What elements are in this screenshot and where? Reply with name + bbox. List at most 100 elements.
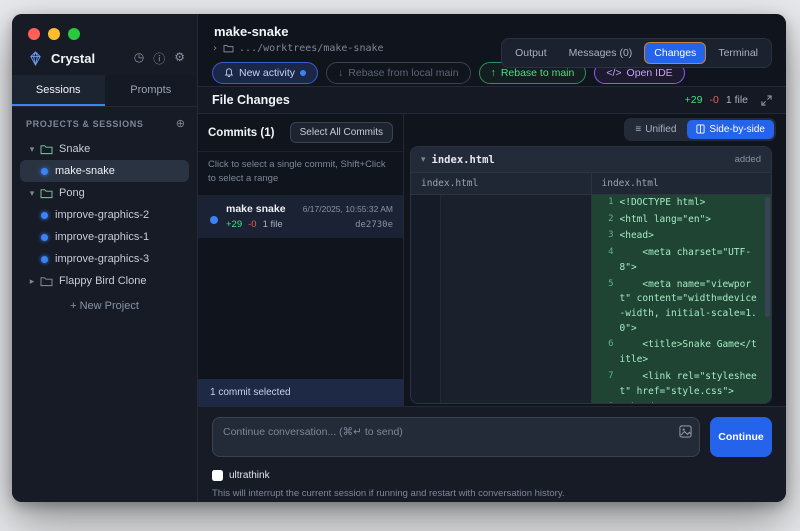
commit-dot	[210, 216, 218, 224]
chevron-down-icon[interactable]: ▾	[26, 144, 38, 155]
diff-status-badge: added	[735, 154, 761, 165]
sidebar-item-improve-graphics-3[interactable]: improve-graphics-3	[20, 248, 189, 270]
status-circle-icon[interactable]: ◷	[134, 50, 144, 67]
line-code: <meta name="viewport" content="width=dev…	[618, 277, 772, 338]
sidebar: Crystal ◷ ⓘ ⚙ Sessions Prompts PROJECTS …	[12, 14, 198, 502]
unified-view-button[interactable]: ≡ Unified	[626, 120, 685, 139]
line-code: <!DOCTYPE html>	[618, 195, 772, 212]
traffic-lights	[12, 14, 197, 40]
close-button[interactable]	[28, 28, 40, 40]
settings-gear-icon[interactable]: ⚙	[174, 50, 185, 67]
commit-row[interactable]: make snake 6/17/2025, 10:55:32 AM +29 -0…	[198, 196, 403, 238]
tab-messages[interactable]: Messages (0)	[559, 42, 643, 64]
sidebar-item-improve-graphics-2[interactable]: improve-graphics-2	[20, 204, 189, 226]
line-number: 7	[592, 369, 618, 400]
interrupt-note: This will interrupt the current session …	[212, 488, 772, 499]
line-number: 8	[592, 400, 618, 403]
commit-deletions: -0	[248, 219, 256, 230]
deletions-count: -0	[709, 94, 718, 106]
chevron-down-icon[interactable]: ▾	[26, 188, 38, 199]
session-label: improve-graphics-3	[55, 253, 149, 265]
sidebar-item-improve-graphics-1[interactable]: improve-graphics-1	[20, 226, 189, 248]
chevron-down-icon[interactable]: ▾	[421, 154, 426, 165]
chevron-right-icon[interactable]: ▸	[26, 276, 38, 287]
rebase-to-label: Rebase to main	[501, 67, 575, 79]
arrow-up-icon: ↑	[491, 67, 496, 79]
zoom-button[interactable]	[68, 28, 80, 40]
line-code: </head>	[618, 400, 772, 403]
sidebar-item-make-snake[interactable]: make-snake	[20, 160, 189, 182]
diff-right-filename: index.html	[591, 173, 772, 194]
diff-added-line: 3<head>	[592, 228, 772, 245]
diff-file-name: index.html	[432, 154, 735, 166]
tab-sessions[interactable]: Sessions	[12, 75, 105, 106]
continue-button[interactable]: Continue	[710, 417, 772, 457]
commit-files: 1 file	[263, 219, 283, 230]
diff-added-line: 8</head>	[592, 400, 772, 403]
diff-old-gutter	[411, 195, 441, 403]
rebase-from-main-button[interactable]: ↓ Rebase from local main	[326, 62, 471, 84]
tab-terminal[interactable]: Terminal	[708, 42, 768, 64]
sidebar-item-flappy-bird-clone[interactable]: ▸ Flappy Bird Clone	[20, 270, 189, 292]
info-icon[interactable]: ⓘ	[153, 50, 165, 67]
diff-left-filename: index.html	[411, 173, 591, 194]
new-project-button[interactable]: + New Project	[20, 300, 189, 312]
add-project-icon[interactable]: ⊕	[176, 117, 185, 130]
app-window: Crystal ◷ ⓘ ⚙ Sessions Prompts PROJECTS …	[12, 14, 786, 502]
line-code: <meta charset="UTF-8">	[618, 245, 772, 276]
session-header: make-snake › .../worktrees/make-snake Ne…	[198, 14, 786, 86]
diff-added-line: 1<!DOCTYPE html>	[592, 195, 772, 212]
sidebar-item-pong[interactable]: ▾ Pong	[20, 182, 189, 204]
tab-prompts[interactable]: Prompts	[105, 75, 198, 106]
attach-image-icon[interactable]	[679, 425, 692, 438]
line-code: <link rel="stylesheet" href="style.css">	[618, 369, 772, 400]
crystal-logo-icon	[28, 51, 43, 66]
rebase-from-label: Rebase from local main	[348, 67, 458, 79]
line-number: 4	[592, 245, 618, 276]
tab-changes[interactable]: Changes	[644, 42, 706, 64]
main-area: make-snake › .../worktrees/make-snake Ne…	[198, 14, 786, 502]
side-by-side-label: Side-by-side	[709, 124, 765, 135]
diff-file-header[interactable]: ▾ index.html added	[411, 147, 771, 173]
commits-panel: Commits (1) Select All Commits Click to …	[198, 114, 404, 406]
tab-output[interactable]: Output	[505, 42, 557, 64]
diff-scrollbar[interactable]	[765, 197, 770, 317]
expand-icon[interactable]	[761, 95, 772, 106]
list-icon: ≡	[635, 124, 641, 135]
files-count: 1 file	[726, 94, 748, 106]
line-number: 3	[592, 228, 618, 245]
diff-added-line: 5 <meta name="viewport" content="width=d…	[592, 277, 772, 338]
app-title: Crystal	[51, 51, 134, 66]
unified-label: Unified	[645, 124, 676, 135]
select-all-commits-button[interactable]: Select All Commits	[290, 122, 393, 143]
worktree-path: .../worktrees/make-snake	[239, 43, 384, 54]
session-title: make-snake	[214, 24, 288, 39]
commits-help-text: Click to select a single commit, Shift+C…	[198, 151, 403, 196]
activity-dot	[300, 70, 306, 76]
diff-pane-old	[411, 195, 592, 403]
commits-selected-bar: 1 commit selected	[198, 379, 403, 406]
sidebar-item-snake[interactable]: ▾ Snake	[20, 138, 189, 160]
file-changes-bar: File Changes +29 -0 1 file	[198, 86, 786, 114]
commits-title: Commits (1)	[208, 127, 274, 139]
file-changes-title: File Changes	[212, 93, 685, 107]
commit-additions: +29	[226, 219, 242, 230]
session-label: improve-graphics-2	[55, 209, 149, 221]
conversation-input[interactable]	[212, 417, 700, 457]
session-status-dot	[41, 168, 48, 175]
line-number: 2	[592, 212, 618, 229]
diff-added-line: 2<html lang="en">	[592, 212, 772, 229]
view-tab-bar: Output Messages (0) Changes Terminal	[501, 38, 772, 68]
minimize-button[interactable]	[48, 28, 60, 40]
side-by-side-view-button[interactable]: Side-by-side	[687, 120, 774, 139]
session-label: make-snake	[55, 165, 115, 177]
composer: Continue ultrathink This will interrupt …	[198, 406, 786, 502]
ultrathink-checkbox[interactable]	[212, 470, 223, 481]
new-activity-label: New activity	[239, 67, 295, 79]
commit-hash: de2730e	[355, 220, 393, 230]
folder-icon	[40, 276, 53, 287]
line-number: 6	[592, 337, 618, 368]
new-activity-button[interactable]: New activity	[212, 62, 318, 84]
diff-added-line: 6 <title>Snake Game</title>	[592, 337, 772, 368]
project-label: Pong	[59, 187, 85, 199]
